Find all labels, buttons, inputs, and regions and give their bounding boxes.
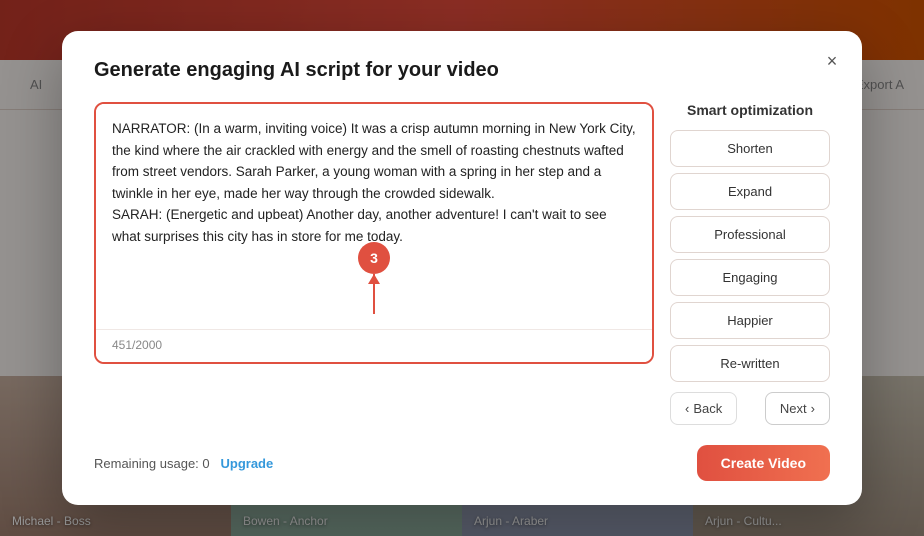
upgrade-link[interactable]: Upgrade	[220, 456, 273, 471]
modal-dialog: × Generate engaging AI script for your v…	[62, 31, 862, 505]
nav-row: ‹ Back Next ›	[670, 392, 830, 425]
expand-button[interactable]: Expand	[670, 173, 830, 210]
create-video-button[interactable]: Create Video	[697, 445, 830, 481]
modal-body: 451/2000 3 Smart optimization Shorten Ex…	[94, 102, 830, 425]
remaining-usage: Remaining usage: 0 Upgrade	[94, 456, 273, 471]
chevron-left-icon: ‹	[685, 401, 689, 416]
happier-button[interactable]: Happier	[670, 302, 830, 339]
back-button[interactable]: ‹ Back	[670, 392, 737, 425]
text-section: 451/2000 3	[94, 102, 654, 364]
optimization-title: Smart optimization	[670, 102, 830, 118]
modal-overlay: × Generate engaging AI script for your v…	[0, 0, 924, 536]
modal-title: Generate engaging AI script for your vid…	[94, 59, 830, 82]
next-label: Next	[780, 401, 807, 416]
script-textarea-wrapper: 451/2000	[94, 102, 654, 364]
engaging-button[interactable]: Engaging	[670, 259, 830, 296]
next-button[interactable]: Next ›	[765, 392, 830, 425]
chevron-right-icon: ›	[811, 401, 815, 416]
close-button[interactable]: ×	[818, 47, 846, 75]
optimization-panel: Smart optimization Shorten Expand Profes…	[670, 102, 830, 425]
professional-button[interactable]: Professional	[670, 216, 830, 253]
modal-footer: Remaining usage: 0 Upgrade Create Video	[94, 445, 830, 481]
script-textarea[interactable]	[96, 104, 652, 324]
char-count: 451/2000	[96, 329, 652, 362]
remaining-label: Remaining usage: 0	[94, 456, 210, 471]
back-label: Back	[693, 401, 722, 416]
shorten-button[interactable]: Shorten	[670, 130, 830, 167]
rewritten-button[interactable]: Re-written	[670, 345, 830, 382]
